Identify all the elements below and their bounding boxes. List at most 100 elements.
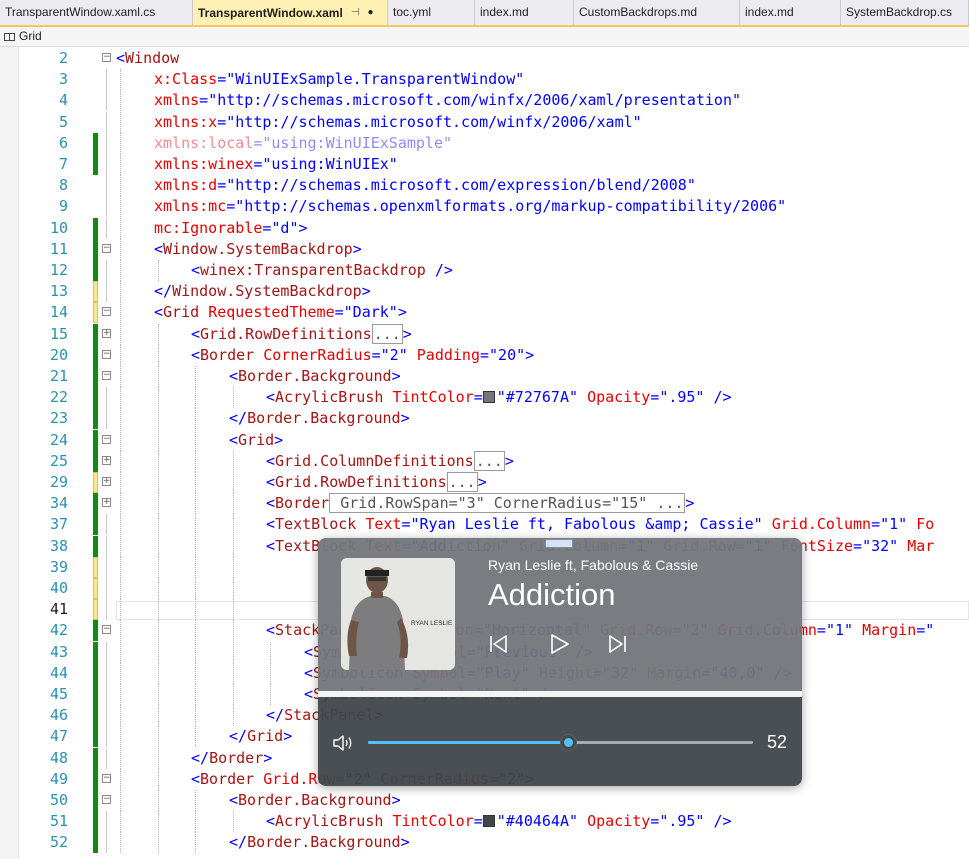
indent-guide — [120, 451, 121, 472]
code-text: </Grid> — [229, 726, 292, 747]
color-swatch-icon[interactable] — [482, 391, 495, 403]
code-line[interactable]: 13 </Window.SystemBackdrop> — [0, 281, 969, 302]
code-line[interactable]: 14 − <Grid RequestedTheme="Dark"> — [0, 302, 969, 323]
tab-4[interactable]: CustomBackdrops.md — [574, 0, 740, 25]
indent-guide — [158, 260, 159, 281]
tab-2[interactable]: toc.yml — [388, 0, 475, 25]
code-line[interactable]: 37 <TextBlock Text="Ryan Leslie ft, Fabol… — [0, 514, 969, 535]
code-line[interactable]: 4 xmlns="http://schemas.microsoft.com/win… — [0, 90, 969, 111]
token: Text — [365, 515, 402, 533]
code-text: <winex:TransparentBackdrop /> — [191, 260, 453, 281]
indent-guide — [233, 557, 234, 578]
collapse-icon[interactable]: − — [102, 774, 111, 783]
collapse-icon[interactable]: − — [102, 795, 111, 804]
line-number: 13 — [49, 282, 68, 300]
indent-guide — [195, 790, 196, 811]
token: TintColor — [392, 388, 474, 406]
collapse-icon[interactable]: − — [102, 350, 111, 359]
previous-icon[interactable] — [486, 632, 510, 656]
code-line[interactable]: 10 mc:Ignorable="d"> — [0, 218, 969, 239]
code-line[interactable]: 21 − <Border.Background> — [0, 366, 969, 387]
change-marker — [93, 514, 98, 535]
code-text: <Grid.RowDefinitions... > — [191, 324, 412, 345]
token: = — [473, 812, 483, 830]
tab-0[interactable]: TransparentWindow.xaml.cs — [0, 0, 193, 25]
code-line[interactable]: 2 − <Window — [0, 48, 969, 69]
code-line[interactable]: 3 x:Class="WinUIExSample.TransparentWindo… — [0, 69, 969, 90]
tab-1[interactable]: TransparentWindow.xaml ⊣ ● — [193, 0, 388, 25]
indent-guide — [120, 175, 121, 196]
code-line[interactable]: 23 </Border.Background> — [0, 408, 969, 429]
collapse-icon[interactable]: − — [102, 244, 111, 253]
collapsed-region[interactable]: ... — [446, 472, 478, 492]
breadcrumb[interactable]: Grid — [0, 27, 969, 47]
change-marker — [93, 260, 98, 281]
code-line[interactable]: 34 + <Border Grid.RowSpan="3" CornerRadius… — [0, 493, 969, 514]
token: xmlns:winex — [154, 155, 254, 173]
token: > — [400, 409, 410, 427]
tab-3[interactable]: index.md — [475, 0, 574, 25]
token: "using:WinUIExSample" — [262, 134, 453, 152]
code-line[interactable]: 8 xmlns:d="http://schemas.microsoft.com/e… — [0, 175, 969, 196]
collapse-icon[interactable]: − — [102, 371, 111, 380]
code-line[interactable]: 7 xmlns:winex="using:WinUIEx" — [0, 154, 969, 175]
next-icon[interactable] — [606, 632, 630, 656]
color-swatch-icon[interactable] — [482, 815, 495, 827]
code-line[interactable]: 50 − <Border.Background> — [0, 790, 969, 811]
modified-dot-icon[interactable]: ● — [368, 1, 374, 25]
indent-guide — [120, 811, 121, 832]
code-line[interactable]: 15 + <Grid.RowDefinitions... > — [0, 324, 969, 345]
change-marker — [93, 154, 98, 175]
collapse-icon[interactable]: − — [102, 53, 111, 62]
indent-guide — [195, 408, 196, 429]
code-line[interactable]: 9 xmlns:mc="http://schemas.openxmlformats… — [0, 196, 969, 217]
token: < — [191, 770, 201, 788]
collapsed-region[interactable]: ... — [371, 324, 403, 344]
expand-icon[interactable]: + — [102, 498, 111, 507]
pin-icon[interactable]: ⊣ — [351, 1, 360, 25]
token: "#72767A" — [496, 388, 579, 406]
collapse-icon[interactable]: − — [102, 307, 111, 316]
expand-icon[interactable]: + — [102, 329, 111, 338]
token: "d" — [271, 219, 299, 237]
tab-6[interactable]: SystemBackdrop.cs — [841, 0, 969, 25]
tab-5[interactable]: index.md — [740, 0, 841, 25]
indent-guide — [120, 90, 121, 111]
volume-slider[interactable] — [368, 734, 753, 751]
code-line[interactable]: 11 − <Window.SystemBackdrop> — [0, 239, 969, 260]
expand-icon[interactable]: + — [102, 477, 111, 486]
collapse-icon[interactable]: − — [102, 625, 111, 634]
line-number: 44 — [49, 664, 68, 682]
line-number: 9 — [58, 197, 68, 215]
line-number: 23 — [49, 409, 68, 427]
code-line[interactable]: 5 xmlns:x="http://schemas.microsoft.com/w… — [0, 112, 969, 133]
preview-drag-handle[interactable] — [545, 539, 573, 548]
play-icon[interactable] — [547, 632, 571, 656]
code-line[interactable]: 12 <winex:TransparentBackdrop /> — [0, 260, 969, 281]
code-line[interactable]: 25 + <Grid.ColumnDefinitions... > — [0, 451, 969, 472]
code-line[interactable]: 52 </Border.Background> — [0, 832, 969, 853]
expand-icon[interactable]: + — [102, 456, 111, 465]
indent-guide — [120, 832, 121, 853]
token: < — [304, 664, 314, 682]
indent-guide — [158, 366, 159, 387]
code-line[interactable]: 20− <Border CornerRadius="2" Padding="20"… — [0, 345, 969, 366]
collapsed-region[interactable]: ... — [473, 451, 505, 471]
token: > — [685, 494, 695, 512]
code-line[interactable]: 6 xmlns:local="using:WinUIExSample" — [0, 133, 969, 154]
volume-icon[interactable] — [332, 734, 354, 752]
code-line[interactable]: 22 <AcrylicBrush TintColor= "#72767A" Opac… — [0, 387, 969, 408]
code-line[interactable]: 24 − <Grid> — [0, 430, 969, 451]
indent-guide — [158, 472, 159, 493]
collapsed-region[interactable]: Grid.RowSpan="3" CornerRadius="15" ... — [329, 493, 686, 513]
code-line[interactable]: 29 + <Grid.RowDefinitions... > — [0, 472, 969, 493]
collapse-icon[interactable]: − — [102, 435, 111, 444]
track-title: Addiction — [488, 577, 616, 612]
indent-guide — [120, 408, 121, 429]
code-line[interactable]: 51 <AcrylicBrush TintColor= "#40464A" Opac… — [0, 811, 969, 832]
token: < — [266, 494, 276, 512]
